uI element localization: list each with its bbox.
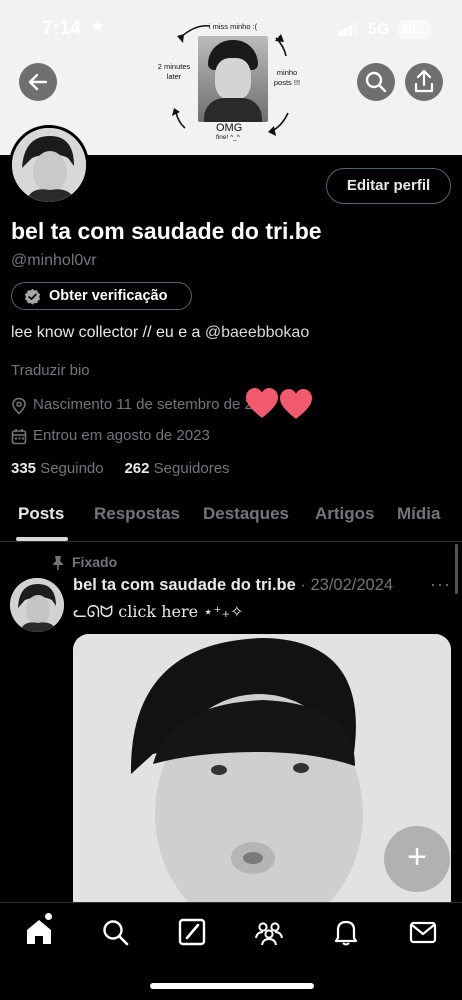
search-icon bbox=[103, 920, 129, 946]
home-notification-dot bbox=[45, 913, 52, 920]
calendar-icon bbox=[11, 429, 27, 445]
tab-media[interactable]: Mídia bbox=[397, 504, 440, 524]
profile-name: bel ta com saudade do tri.be bbox=[11, 218, 322, 244]
location-pin-icon bbox=[12, 397, 26, 415]
search-icon bbox=[365, 71, 387, 93]
network-type: 5G bbox=[368, 21, 390, 38]
status-time: 7:14 bbox=[42, 18, 82, 39]
banner-caption-bottom: OMG bbox=[216, 122, 243, 134]
pinned-label: Fixado bbox=[72, 554, 118, 570]
battery-icon: 50 bbox=[398, 20, 431, 39]
status-bar: 7:14 ★ 5G 50 bbox=[0, 0, 462, 50]
nav-communities[interactable] bbox=[254, 917, 284, 947]
back-button[interactable] bbox=[19, 63, 57, 101]
focus-star-icon: ★ bbox=[90, 17, 106, 36]
followers-label: Seguidores bbox=[153, 460, 230, 477]
profile-avatar[interactable] bbox=[9, 125, 89, 205]
post-author-name[interactable]: bel ta com saudade do tri.be bbox=[73, 576, 296, 594]
tab-posts[interactable]: Posts bbox=[18, 504, 64, 524]
followers-link[interactable]: 262 Seguidores bbox=[124, 460, 229, 477]
bio-text: lee know collector // eu e a bbox=[11, 324, 205, 341]
share-button[interactable] bbox=[405, 63, 443, 101]
battery-level: 50 bbox=[401, 21, 416, 36]
scrollbar[interactable] bbox=[455, 544, 458, 594]
grok-icon bbox=[178, 918, 206, 946]
post-date[interactable]: · 23/02/2024 bbox=[300, 576, 393, 594]
share-icon bbox=[414, 69, 434, 93]
tab-articles[interactable]: Artigos bbox=[315, 504, 375, 524]
follow-stats: 335 Seguindo 262 Seguidores bbox=[11, 460, 230, 477]
tab-highlights[interactable]: Destaques bbox=[203, 504, 289, 524]
following-link[interactable]: 335 Seguindo bbox=[11, 460, 104, 477]
avatar-image bbox=[12, 128, 86, 202]
messages-icon bbox=[409, 921, 437, 944]
birthday-text: Nascimento 11 de setembro de 20 bbox=[33, 396, 262, 413]
nav-notifications[interactable] bbox=[331, 917, 361, 947]
get-verified-button[interactable]: Obter verificação bbox=[11, 282, 192, 310]
post-text: ᓚᘏᗢ click here ⋆⁺₊✧ bbox=[73, 602, 244, 621]
home-indicator[interactable] bbox=[150, 983, 314, 989]
notifications-icon bbox=[334, 920, 358, 946]
followers-count: 262 bbox=[124, 460, 150, 477]
banner-caption-right: minho posts !!! bbox=[273, 68, 301, 87]
verified-badge-icon bbox=[24, 288, 41, 305]
banner-caption-left: 2 minutes later bbox=[157, 62, 191, 81]
communities-icon bbox=[255, 922, 283, 946]
post-author-avatar[interactable] bbox=[10, 578, 64, 632]
home-icon bbox=[27, 920, 51, 944]
profile-bio: lee know collector // eu e a @baeebbokao bbox=[11, 324, 309, 342]
post-header: bel ta com saudade do tri.be · 23/02/202… bbox=[73, 576, 393, 595]
nav-search[interactable] bbox=[100, 917, 130, 947]
hearts-sticker-icon bbox=[246, 388, 312, 419]
profile-handle: @minhol0vr bbox=[11, 252, 97, 269]
tab-replies[interactable]: Respostas bbox=[94, 504, 180, 524]
nav-grok[interactable] bbox=[177, 917, 207, 947]
active-tab-indicator bbox=[16, 537, 68, 541]
nav-messages[interactable] bbox=[408, 917, 438, 947]
arrow-left-icon bbox=[28, 73, 48, 91]
post-more-options[interactable]: ··· bbox=[430, 574, 451, 595]
banner-caption-fine: fine! ^_^ bbox=[216, 134, 240, 141]
edit-profile-button[interactable]: Editar perfil bbox=[326, 168, 451, 204]
translate-bio-link[interactable]: Traduzir bio bbox=[11, 362, 90, 379]
compose-post-button[interactable]: + bbox=[384, 826, 450, 892]
get-verified-label: Obter verificação bbox=[49, 288, 168, 304]
search-button[interactable] bbox=[357, 63, 395, 101]
following-label: Seguindo bbox=[40, 460, 104, 477]
signal-icon bbox=[338, 22, 358, 36]
bio-mention-link[interactable]: @baeebbokao bbox=[205, 324, 309, 341]
joined-text: Entrou em agosto de 2023 bbox=[33, 427, 210, 444]
profile-tabs: Posts Respostas Destaques Artigos Mídia bbox=[0, 492, 462, 542]
pin-icon bbox=[53, 556, 63, 570]
following-count: 335 bbox=[11, 460, 37, 477]
post-avatar-image bbox=[10, 578, 64, 632]
nav-home[interactable] bbox=[24, 917, 54, 947]
